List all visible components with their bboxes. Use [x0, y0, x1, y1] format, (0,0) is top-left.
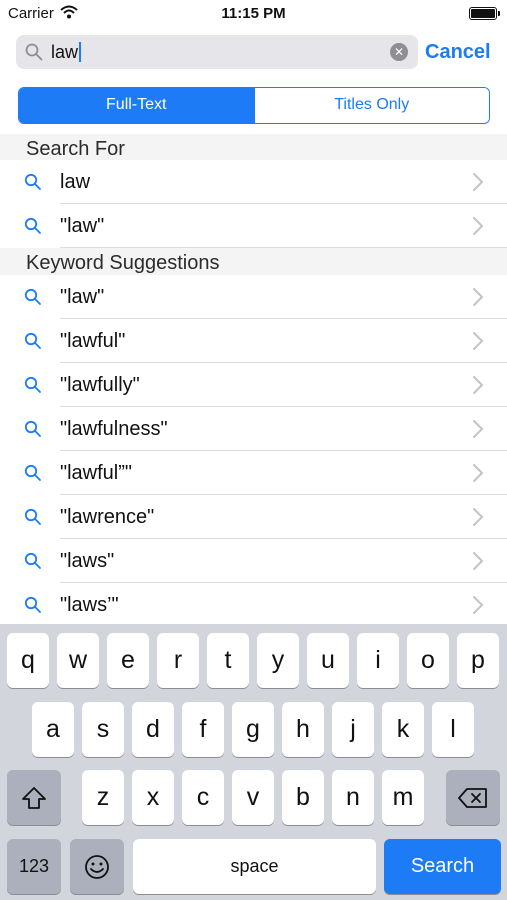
letter-key[interactable]: h [282, 702, 324, 757]
search-scope-control: Full-Text Titles Only [18, 87, 490, 124]
search-icon [24, 173, 41, 190]
letter-key[interactable]: k [382, 702, 424, 757]
letter-key[interactable]: b [282, 770, 324, 825]
search-icon [24, 596, 41, 613]
chevron-right-icon [473, 173, 483, 191]
text-caret [79, 42, 82, 62]
search-icon [25, 43, 43, 61]
letter-key[interactable]: d [132, 702, 174, 757]
search-icon [24, 332, 41, 349]
letter-key[interactable]: v [232, 770, 274, 825]
row-label: "lawful”" [60, 462, 132, 484]
letter-key[interactable]: l [432, 702, 474, 757]
letter-key[interactable]: s [82, 702, 124, 757]
battery-icon [469, 7, 500, 20]
suggestion-row[interactable]: "laws" [0, 539, 507, 583]
search-icon [24, 552, 41, 569]
suggestion-row[interactable]: "lawfully" [0, 363, 507, 407]
suggestion-row[interactable]: "lawful”" [0, 451, 507, 495]
clock: 11:15 PM [221, 5, 286, 22]
section-header-keyword-suggestions: Keyword Suggestions [0, 248, 507, 275]
shift-icon [22, 787, 46, 810]
letter-key[interactable]: w [57, 633, 99, 688]
letter-key[interactable]: o [407, 633, 449, 688]
suggestion-row[interactable]: "law" [0, 275, 507, 319]
suggestion-row[interactable]: "laws’" [0, 583, 507, 627]
delete-key[interactable] [446, 770, 500, 825]
chevron-right-icon [473, 420, 483, 438]
letter-key[interactable]: n [332, 770, 374, 825]
chevron-right-icon [473, 596, 483, 614]
letter-key[interactable]: f [182, 702, 224, 757]
suggestion-row[interactable]: "lawful" [0, 319, 507, 363]
search-icon [24, 288, 41, 305]
search-for-row[interactable]: "law" [0, 204, 507, 248]
search-input[interactable]: law ✕ [16, 35, 418, 69]
backspace-icon [458, 788, 487, 809]
search-icon [24, 376, 41, 393]
chevron-right-icon [473, 508, 483, 526]
letter-key[interactable]: u [307, 633, 349, 688]
row-label: "law" [60, 286, 105, 308]
letter-key[interactable]: c [182, 770, 224, 825]
letter-key[interactable]: e [107, 633, 149, 688]
chevron-right-icon [473, 332, 483, 350]
letter-key[interactable]: z [82, 770, 124, 825]
search-for-row[interactable]: law [0, 160, 507, 204]
numbers-key[interactable]: 123 [7, 839, 61, 894]
section-header-search-for: Search For [0, 134, 507, 160]
segment-full-text[interactable]: Full-Text [19, 88, 254, 123]
letter-key[interactable]: m [382, 770, 424, 825]
keyboard: 123 space Search qwertyuiop asdfghjkl zxcv… [0, 624, 507, 900]
search-icon [24, 508, 41, 525]
suggestion-row[interactable]: "lawrence" [0, 495, 507, 539]
row-label: "lawrence" [60, 506, 155, 528]
cancel-button[interactable]: Cancel [425, 41, 491, 64]
chevron-right-icon [473, 217, 483, 235]
letter-key[interactable]: a [32, 702, 74, 757]
letter-key[interactable]: q [7, 633, 49, 688]
search-query-text: law [51, 42, 82, 63]
row-label: law [60, 171, 91, 193]
row-label: "lawfulness" [60, 418, 168, 440]
status-bar: Carrier 11:15 PM [0, 0, 507, 28]
row-label: "law" [60, 215, 105, 237]
emoji-icon [85, 855, 109, 880]
search-icon [24, 464, 41, 481]
letter-key[interactable]: g [232, 702, 274, 757]
row-label: "lawful" [60, 330, 126, 352]
letter-key[interactable]: t [207, 633, 249, 688]
row-label: "laws" [60, 550, 115, 572]
letter-key[interactable]: i [357, 633, 399, 688]
chevron-right-icon [473, 288, 483, 306]
segment-titles-only[interactable]: Titles Only [253, 88, 489, 123]
clear-icon[interactable]: ✕ [390, 43, 408, 61]
search-icon [24, 420, 41, 437]
letter-key[interactable]: p [457, 633, 499, 688]
letter-key[interactable]: r [157, 633, 199, 688]
search-icon [24, 217, 41, 234]
row-label: "lawfully" [60, 374, 140, 396]
emoji-key[interactable] [70, 839, 124, 894]
letter-key[interactable]: j [332, 702, 374, 757]
chevron-right-icon [473, 376, 483, 394]
letter-key[interactable]: y [257, 633, 299, 688]
shift-key[interactable] [7, 770, 61, 825]
row-label: "laws’" [60, 594, 119, 616]
suggestion-row[interactable]: "lawfulness" [0, 407, 507, 451]
letter-key[interactable]: x [132, 770, 174, 825]
search-key[interactable]: Search [384, 839, 501, 894]
space-key[interactable]: space [133, 839, 376, 894]
chevron-right-icon [473, 552, 483, 570]
chevron-right-icon [473, 464, 483, 482]
